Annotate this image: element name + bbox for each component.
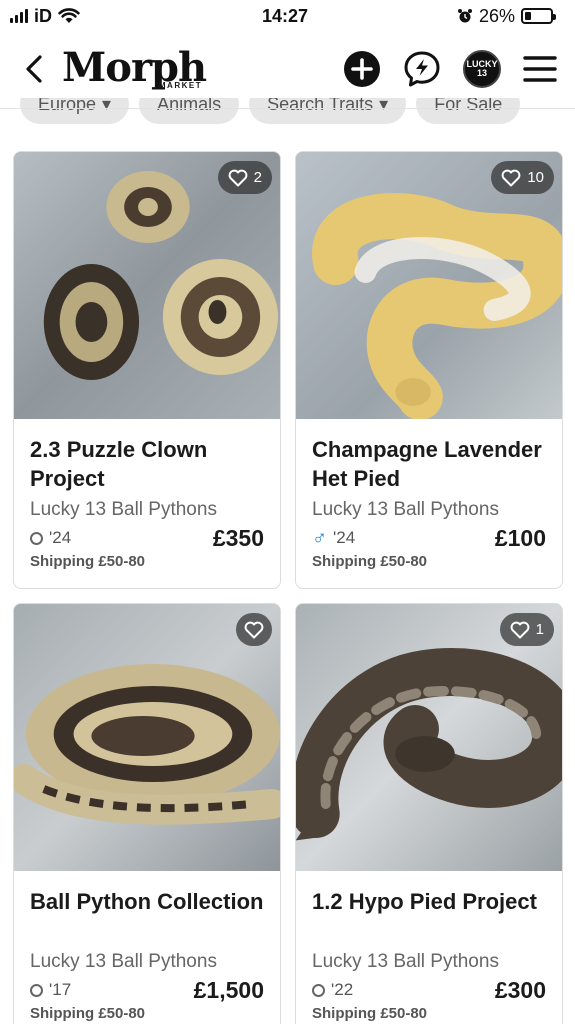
- listing-price: £100: [494, 524, 546, 551]
- heart-icon: [228, 169, 248, 186]
- back-button[interactable]: [20, 49, 48, 89]
- listing-info: Champagne Lavender Het Pied Lucky 13 Bal…: [296, 419, 562, 570]
- heart-icon: [510, 621, 530, 638]
- listing-photo[interactable]: [14, 604, 280, 871]
- heart-icon: [244, 621, 264, 638]
- battery-fill: [525, 12, 532, 20]
- listing-price: £300: [494, 976, 546, 1003]
- listing-grid: 2 2.3 Puzzle Clown Project Lucky 13 Ball…: [13, 151, 563, 1024]
- filter-chip-traits[interactable]: Search Traits ▾: [249, 98, 407, 124]
- status-left: iD: [10, 6, 80, 27]
- messages-button[interactable]: [403, 50, 441, 88]
- messenger-icon: [404, 51, 440, 87]
- listing-card[interactable]: Ball Python Collection Lucky 13 Ball Pyt…: [13, 603, 281, 1024]
- filter-chip-category[interactable]: Animals: [139, 98, 240, 124]
- favorite-button[interactable]: 1: [499, 613, 554, 646]
- listing-shipping: Shipping £50-80: [30, 553, 146, 570]
- favorite-count: 1: [535, 621, 544, 638]
- sex-unknown-icon: [30, 983, 43, 997]
- sex-age: '24: [30, 528, 71, 548]
- sex-age: '22: [312, 980, 353, 1000]
- birth-year: '24: [49, 528, 72, 547]
- filter-bar: Europe ▾ Animals Search Traits ▾ For Sal…: [0, 98, 575, 128]
- hamburger-menu-icon: [523, 56, 557, 82]
- status-right: 26%: [457, 5, 556, 27]
- listing-shipping: Shipping £50-80: [312, 1005, 428, 1022]
- filter-chip-label: Animals: [157, 98, 222, 114]
- filter-chip-status[interactable]: For Sale: [416, 98, 521, 124]
- listing-seller[interactable]: Lucky 13 Ball Pythons: [30, 951, 264, 973]
- heart-icon: [501, 169, 521, 186]
- listing-card[interactable]: 1 1.2 Hypo Pied Project Lucky 13 Ball Py…: [295, 603, 563, 1024]
- listing-meta: '17 £1,500: [30, 977, 264, 1003]
- signal-icon: [10, 9, 28, 23]
- chevron-down-icon: ▾: [102, 98, 112, 114]
- listing-meta: ♂ '24 £100: [312, 525, 546, 551]
- favorite-button[interactable]: [236, 613, 272, 646]
- listing-shipping: Shipping £50-80: [30, 1005, 146, 1022]
- clock: 14:27: [262, 5, 309, 26]
- alarm-icon: [457, 9, 472, 23]
- listing-meta: '22 £300: [312, 977, 546, 1003]
- battery-icon: [521, 8, 556, 24]
- listing-info: 1.2 Hypo Pied Project Lucky 13 Ball Pyth…: [296, 871, 562, 1022]
- filter-chip-label: For Sale: [434, 98, 503, 114]
- filter-chip-region[interactable]: Europe ▾: [20, 98, 130, 124]
- favorite-count: 10: [527, 169, 544, 186]
- app-header: Morph MARKET LUCKY 13: [0, 40, 575, 98]
- wifi-icon: [58, 8, 80, 23]
- carrier-label: iD: [34, 5, 52, 26]
- logo-sub: MARKET: [158, 81, 203, 90]
- birth-year: '22: [331, 980, 354, 999]
- listing-photo[interactable]: 1: [296, 604, 562, 871]
- favorite-button[interactable]: 2: [217, 161, 272, 194]
- battery-percent: 26%: [478, 5, 515, 26]
- listing-price: £1,500: [193, 976, 264, 1003]
- add-listing-button[interactable]: [343, 50, 381, 88]
- filter-chips: Europe ▾ Animals Search Traits ▾ For Sal…: [20, 98, 521, 124]
- header-divider: [0, 108, 575, 109]
- chevron-down-icon: ▾: [379, 98, 389, 114]
- status-bar: iD 14:27 26%: [0, 0, 575, 32]
- listing-seller[interactable]: Lucky 13 Ball Pythons: [30, 499, 264, 521]
- account-avatar[interactable]: LUCKY 13: [463, 50, 501, 88]
- listing-info: Ball Python Collection Lucky 13 Ball Pyt…: [14, 871, 280, 1022]
- listing-card[interactable]: 2 2.3 Puzzle Clown Project Lucky 13 Ball…: [13, 151, 281, 589]
- snake-photo: [14, 604, 280, 871]
- listing-seller[interactable]: Lucky 13 Ball Pythons: [312, 951, 546, 973]
- sex-age: ♂ '24: [312, 528, 355, 548]
- listing-info: 2.3 Puzzle Clown Project Lucky 13 Ball P…: [14, 419, 280, 570]
- favorite-button[interactable]: 10: [491, 161, 554, 194]
- menu-button[interactable]: [523, 55, 557, 83]
- sex-unknown-icon: [312, 983, 325, 997]
- header-actions: LUCKY 13: [343, 50, 557, 88]
- listing-seller[interactable]: Lucky 13 Ball Pythons: [312, 499, 546, 521]
- listing-title[interactable]: 1.2 Hypo Pied Project: [312, 887, 546, 945]
- birth-year: '24: [333, 528, 356, 547]
- birth-year: '17: [49, 980, 72, 999]
- listing-title[interactable]: Champagne Lavender Het Pied: [312, 435, 546, 493]
- male-icon: ♂: [312, 527, 327, 549]
- listing-price: £350: [212, 524, 264, 551]
- listing-photo[interactable]: 2: [14, 152, 280, 419]
- listing-shipping: Shipping £50-80: [312, 553, 428, 570]
- listing-photo[interactable]: 10: [296, 152, 562, 419]
- morph-market-logo[interactable]: Morph MARKET: [62, 48, 207, 90]
- plus-circle-icon: [344, 51, 380, 87]
- avatar-text: LUCKY 13: [466, 58, 498, 78]
- listing-meta: '24 £350: [30, 525, 264, 551]
- filter-chip-label: Europe: [38, 98, 97, 114]
- listing-title[interactable]: 2.3 Puzzle Clown Project: [30, 435, 264, 493]
- favorite-count: 2: [253, 169, 262, 186]
- sex-age: '17: [30, 980, 71, 1000]
- listing-title[interactable]: Ball Python Collection: [30, 887, 264, 945]
- chevron-left-icon: [26, 55, 42, 83]
- listing-card[interactable]: 10 Champagne Lavender Het Pied Lucky 13 …: [295, 151, 563, 589]
- filter-chip-label: Search Traits: [267, 98, 374, 114]
- sex-unknown-icon: [30, 531, 43, 545]
